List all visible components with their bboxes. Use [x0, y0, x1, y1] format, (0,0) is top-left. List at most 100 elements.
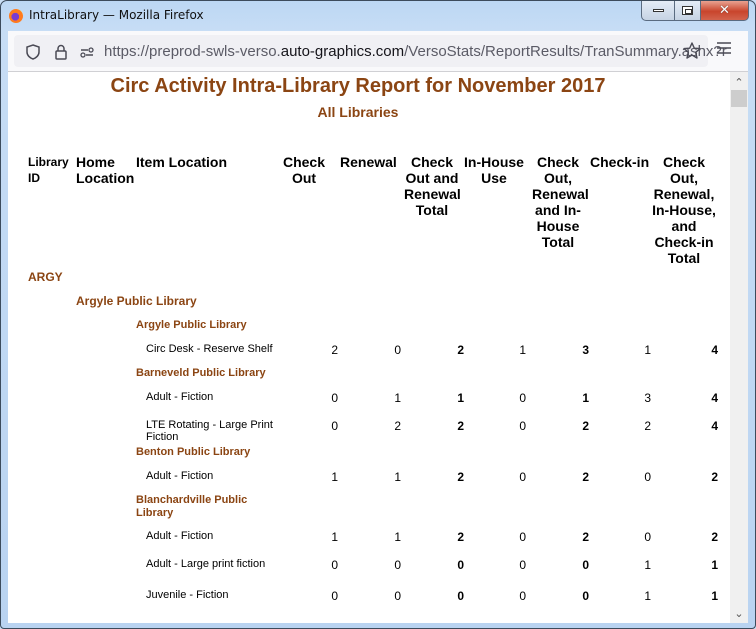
column-header-home-location: Home Location	[76, 154, 135, 186]
page-content: Circ Activity Intra-Library Report for N…	[8, 71, 748, 623]
column-header-co-renewal-total: Check Out and Renewal Total	[404, 154, 461, 218]
value-cell: 0	[582, 589, 589, 603]
value-cell: 0	[394, 589, 401, 603]
value-cell: 0	[394, 558, 401, 572]
value-cell: 0	[519, 530, 526, 544]
url-path: /VersoStats/ReportResults/TranSummary.as…	[404, 43, 727, 60]
value-cell: 2	[582, 530, 589, 544]
value-cell: 1	[331, 530, 338, 544]
value-cell: 3	[644, 391, 651, 405]
item-location: Adult - Fiction	[146, 391, 214, 403]
value-cell: 2	[711, 470, 718, 484]
title-bar: IntraLibrary — Mozilla Firefox ✕	[1, 1, 755, 31]
value-cell: 0	[519, 470, 526, 484]
value-cell: 1	[644, 589, 651, 603]
value-cell: 0	[519, 419, 526, 433]
value-cell: 0	[457, 558, 464, 572]
item-location: Circ Desk - Reserve Shelf	[146, 343, 273, 355]
value-cell: 0	[519, 589, 526, 603]
value-cell: 4	[711, 419, 718, 433]
value-cell: 0	[457, 589, 464, 603]
item-location: Adult - Fiction	[146, 530, 214, 542]
item-location: LTE Rotating - Large Print Fiction	[146, 419, 273, 443]
value-cell: 1	[711, 558, 718, 572]
item-location: Adult - Large print fiction	[146, 558, 266, 570]
value-cell: 0	[644, 470, 651, 484]
value-cell: 1	[331, 470, 338, 484]
column-header-renewal: Renewal	[340, 154, 397, 170]
minimize-button[interactable]	[641, 1, 675, 21]
menu-icon[interactable]	[716, 41, 732, 55]
url-host: auto-graphics.com	[280, 43, 405, 60]
item-library-heading: Blanchardville Public Library	[136, 494, 248, 519]
home-location: Argyle Public Library	[76, 294, 197, 308]
column-header-check-out: Check Out	[282, 154, 326, 186]
url-text[interactable]: https://preprod-swls-verso.auto-graphics…	[104, 43, 727, 60]
close-button[interactable]: ✕	[701, 1, 749, 21]
value-cell: 2	[457, 530, 464, 544]
url-prefix: https://preprod-swls-verso.	[104, 43, 281, 60]
value-cell: 0	[331, 419, 338, 433]
lock-icon[interactable]	[52, 43, 70, 61]
value-cell: 0	[331, 391, 338, 405]
value-cell: 1	[644, 343, 651, 357]
value-cell: 2	[457, 343, 464, 357]
value-cell: 2	[394, 419, 401, 433]
item-library-heading: Barneveld Public Library	[136, 367, 266, 379]
window-title: IntraLibrary — Mozilla Firefox	[29, 8, 204, 22]
value-cell: 1	[711, 589, 718, 603]
value-cell: 1	[644, 558, 651, 572]
value-cell: 4	[711, 391, 718, 405]
shield-icon[interactable]	[24, 43, 42, 61]
column-header-item-location: Item Location	[136, 154, 228, 170]
value-cell: 0	[519, 391, 526, 405]
column-header-check-in: Check-in	[590, 154, 650, 170]
navigation-toolbar: https://preprod-swls-verso.auto-graphics…	[8, 31, 748, 71]
column-header-co-ren-ih-total: Check Out, Renewal and In- House Total	[532, 154, 589, 250]
value-cell: 0	[331, 558, 338, 572]
bookmark-star-icon[interactable]	[682, 41, 702, 61]
value-cell: 2	[582, 470, 589, 484]
value-cell: 0	[331, 589, 338, 603]
value-cell: 0	[519, 558, 526, 572]
column-header-grand-total: Check Out, Renewal, In-House, and Check-…	[652, 154, 716, 266]
value-cell: 0	[582, 558, 589, 572]
value-cell: 2	[457, 419, 464, 433]
item-location: Juvenile - Fiction	[146, 589, 229, 601]
item-library-heading: Benton Public Library	[136, 446, 251, 458]
url-bar[interactable]: https://preprod-swls-verso.auto-graphics…	[14, 35, 727, 67]
maximize-icon	[682, 6, 693, 15]
maximize-button[interactable]	[675, 1, 701, 21]
column-header-in-house: In-House Use	[464, 154, 524, 186]
scroll-thumb[interactable]	[731, 90, 747, 107]
value-cell: 3	[582, 343, 589, 357]
report-subtitle: All Libraries	[317, 104, 399, 120]
value-cell: 2	[331, 343, 338, 357]
value-cell: 2	[711, 530, 718, 544]
value-cell: 1	[457, 391, 464, 405]
value-cell: 1	[519, 343, 526, 357]
vertical-scrollbar[interactable]: ⌃ ⌄	[730, 72, 748, 623]
value-cell: 1	[394, 470, 401, 484]
item-library-heading: Argyle Public Library	[136, 319, 247, 331]
value-cell: 0	[644, 530, 651, 544]
value-cell: 1	[394, 391, 401, 405]
firefox-icon	[9, 9, 23, 23]
value-cell: 1	[394, 530, 401, 544]
item-location: Adult - Fiction	[146, 470, 214, 482]
value-cell: 2	[582, 419, 589, 433]
column-header-library-id: Library ID	[28, 155, 69, 185]
value-cell: 2	[457, 470, 464, 484]
scroll-down-icon[interactable]: ⌄	[730, 607, 748, 621]
permissions-icon[interactable]	[78, 43, 96, 61]
report-title: Circ Activity Intra-Library Report for N…	[110, 75, 606, 97]
browser-window: IntraLibrary — Mozilla Firefox ✕ https:/…	[0, 0, 756, 629]
scroll-up-icon[interactable]: ⌃	[730, 76, 748, 90]
library-id: ARGY	[28, 270, 63, 284]
value-cell: 4	[711, 343, 718, 357]
close-icon: ✕	[719, 3, 730, 18]
value-cell: 1	[582, 391, 589, 405]
value-cell: 0	[394, 343, 401, 357]
minimize-icon	[652, 9, 664, 12]
value-cell: 2	[644, 419, 651, 433]
